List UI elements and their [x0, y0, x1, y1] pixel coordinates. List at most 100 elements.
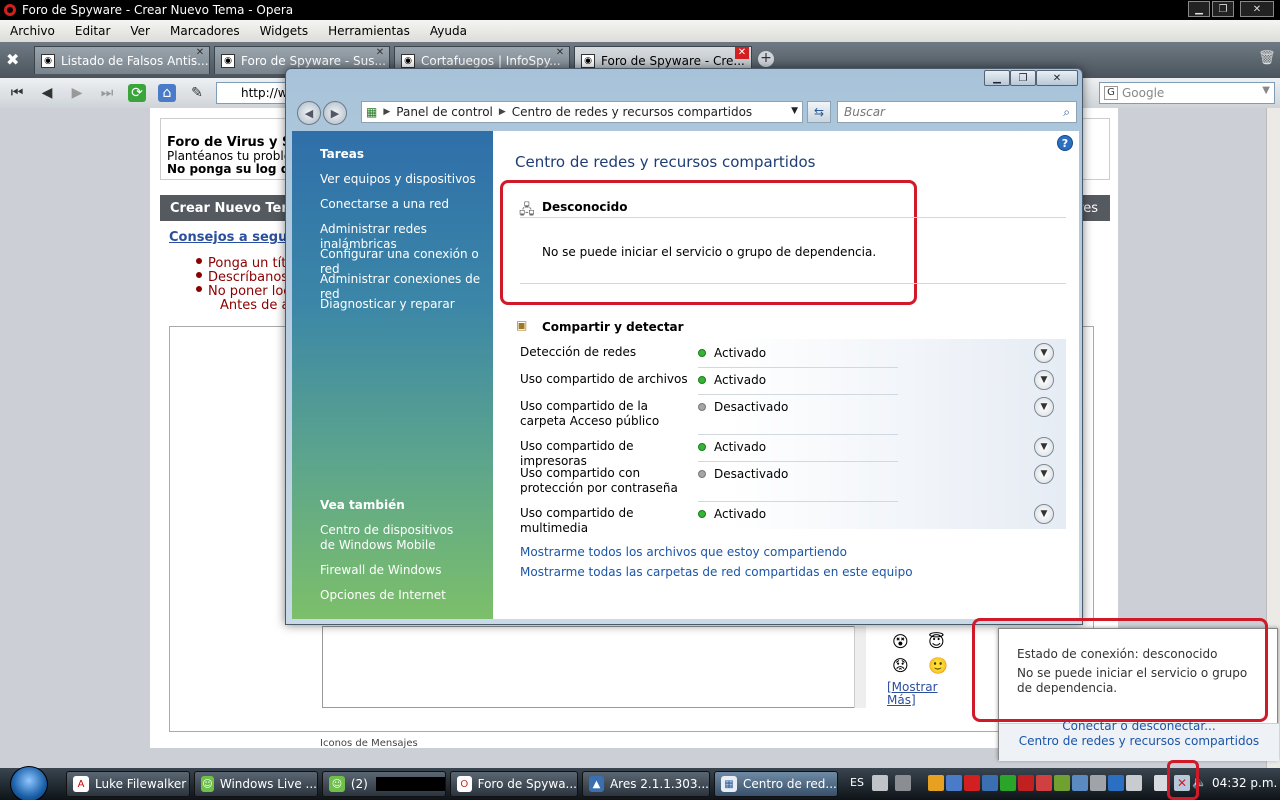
breadcrumb-network-center[interactable]: Centro de redes y recursos compartidos — [512, 105, 752, 119]
breadcrumb-panel[interactable]: Panel de control — [396, 105, 493, 119]
avira-tray-icon[interactable] — [964, 775, 980, 791]
trash-icon[interactable]: 🗑 — [1258, 50, 1276, 66]
menu-ver[interactable]: Ver — [120, 24, 160, 38]
fast-forward-icon[interactable]: ⏭ — [98, 84, 116, 102]
language-indicator[interactable]: ES — [850, 776, 864, 789]
forward-icon[interactable]: ▶ — [323, 101, 347, 125]
menu-ayuda[interactable]: Ayuda — [420, 24, 477, 38]
tab-close-icon[interactable]: ✕ — [373, 47, 387, 59]
back-icon[interactable]: ◀ — [297, 101, 321, 125]
cp-main-panel: ? Centro de redes y recursos compartidos… — [493, 131, 1079, 619]
tab-close-icon[interactable]: ✕ — [553, 47, 567, 59]
expand-chevron-icon[interactable]: ▼ — [1034, 464, 1054, 484]
tools-icon[interactable]: ✖ — [6, 50, 19, 69]
minimize-icon[interactable]: ▁ — [984, 70, 1010, 86]
tray-icon[interactable] — [946, 775, 962, 791]
breadcrumb[interactable]: ▦ ▶ Panel de control ▶ Centro de redes y… — [361, 101, 803, 123]
expand-chevron-icon[interactable]: ▼ — [1034, 397, 1054, 417]
menu-marcadores[interactable]: Marcadores — [160, 24, 250, 38]
back-icon[interactable]: ◀ — [38, 84, 56, 102]
expand-chevron-icon[interactable]: ▼ — [1034, 504, 1054, 524]
google-search-placeholder: Google — [1122, 86, 1165, 100]
opera-logo-icon — [4, 4, 16, 16]
emoticon-icon[interactable]: 😇 — [928, 632, 945, 651]
textarea-scrollbar[interactable] — [854, 626, 866, 708]
advice-link[interactable]: Consejos a segui — [169, 230, 292, 245]
divider — [698, 501, 898, 502]
close-icon[interactable]: ✕ — [1240, 1, 1274, 17]
rewind-icon[interactable]: ⏮ — [8, 84, 26, 102]
see-also-mobile-center[interactable]: Centro de dispositivos de Windows Mobile — [320, 523, 470, 553]
task-luke-filewalker[interactable]: A Luke Filewalker — [66, 771, 190, 797]
maximize-icon[interactable]: ❐ — [1212, 1, 1234, 17]
menu-archivo[interactable]: Archivo — [0, 24, 65, 38]
clock[interactable]: 04:32 p.m. — [1212, 776, 1277, 790]
tray-icon[interactable] — [1054, 775, 1070, 791]
tasks-sidebar: Tareas Ver equipos y dispositivos Conect… — [292, 131, 493, 619]
emoticon-icon[interactable]: 😵 — [892, 632, 909, 651]
tab-falsos-antis[interactable]: ◉ Listado de Falsos Antis... ✕ — [34, 46, 210, 74]
tab-close-icon[interactable]: ✕ — [735, 47, 749, 59]
tray-icon[interactable] — [928, 775, 944, 791]
status-on-icon — [698, 349, 706, 357]
menu-editar[interactable]: Editar — [65, 24, 121, 38]
search-input[interactable]: Buscar ⌕ — [837, 101, 1077, 123]
see-also-internet-options[interactable]: Opciones de Internet — [320, 588, 490, 603]
url-input[interactable]: http://w — [216, 82, 296, 104]
tray-icon[interactable] — [1108, 775, 1124, 791]
menu-herramientas[interactable]: Herramientas — [318, 24, 420, 38]
edit-icon[interactable]: ✎ — [188, 84, 206, 102]
start-button-icon[interactable] — [10, 766, 48, 800]
message-textarea[interactable] — [322, 626, 864, 708]
refresh-icon[interactable]: ⇆ — [807, 101, 831, 123]
tray-icon[interactable] — [1036, 775, 1052, 791]
tray-icon[interactable] — [1090, 775, 1106, 791]
google-icon: G — [1104, 86, 1118, 100]
task-windows-live[interactable]: ☺ Windows Live ... — [194, 771, 318, 797]
menu-widgets[interactable]: Widgets — [250, 24, 319, 38]
tray-icon[interactable] — [1000, 775, 1016, 791]
emoticon-icon[interactable]: 🙂 — [928, 656, 948, 675]
search-icon[interactable]: ⌕ — [1063, 105, 1070, 120]
row-multimedia-status: Activado — [698, 507, 766, 521]
emoticon-icon[interactable]: 😟 — [892, 656, 909, 675]
link-show-files[interactable]: Mostrarme todos los archivos que estoy c… — [520, 545, 847, 559]
task-ares[interactable]: ▲ Ares 2.1.1.303... — [582, 771, 710, 797]
close-icon[interactable]: ✕ — [1036, 70, 1078, 86]
ares-tray-icon[interactable] — [982, 775, 998, 791]
tray-icon[interactable] — [1126, 775, 1142, 791]
task-ver-equipos[interactable]: Ver equipos y dispositivos — [320, 172, 490, 187]
minimize-icon[interactable]: ▁ — [1188, 1, 1210, 17]
task-foro-spyware[interactable]: O Foro de Spywa... — [450, 771, 578, 797]
tab-close-icon[interactable]: ✕ — [193, 47, 207, 59]
highlight-box-balloon — [972, 618, 1268, 722]
cp-navigation-bar: ◀ ▶ ▦ ▶ Panel de control ▶ Centro de red… — [291, 97, 1079, 127]
home-icon[interactable]: ⌂ — [158, 84, 176, 102]
expand-chevron-icon[interactable]: ▼ — [1034, 343, 1054, 363]
chevron-down-icon[interactable]: ▼ — [1262, 85, 1270, 96]
network-center-window: ▁ ❐ ✕ ◀ ▶ ▦ ▶ Panel de control ▶ Centro … — [285, 68, 1083, 625]
keyboard-icon[interactable] — [872, 775, 888, 791]
expand-chevron-icon[interactable]: ▼ — [1034, 370, 1054, 390]
tray-icon[interactable] — [1072, 775, 1088, 791]
chevron-right-icon: ▶ — [383, 107, 391, 117]
help-icon[interactable]: ? — [1057, 135, 1073, 151]
task-conectarse[interactable]: Conectarse a una red — [320, 197, 490, 212]
chevron-down-icon[interactable]: ▼ — [791, 106, 798, 116]
expand-chevron-icon[interactable]: ▼ — [1034, 437, 1054, 457]
new-tab-icon[interactable]: + — [758, 51, 774, 67]
forward-icon[interactable]: ▶ — [68, 84, 86, 102]
link-show-folders[interactable]: Mostrarme todas las carpetas de red comp… — [520, 565, 913, 579]
task-diagnosticar[interactable]: Diagnosticar y reparar — [320, 297, 490, 312]
show-more-link[interactable]: [Mostrar Más] — [887, 681, 947, 707]
google-search-input[interactable]: G Google ▼ — [1099, 82, 1275, 104]
bullet-dot — [196, 258, 202, 264]
see-also-firewall[interactable]: Firewall de Windows — [320, 563, 490, 578]
task-messenger-chat[interactable]: ☺ (2) — [322, 771, 446, 797]
balloon-link-network-center[interactable]: Centro de redes y recursos compartidos — [999, 734, 1279, 748]
task-network-center[interactable]: ▦ Centro de red... — [714, 771, 838, 797]
tray-icon[interactable] — [895, 775, 911, 791]
maximize-icon[interactable]: ❐ — [1010, 70, 1036, 86]
shield-icon[interactable] — [1018, 775, 1034, 791]
reload-icon[interactable]: ⟳ — [128, 84, 146, 102]
